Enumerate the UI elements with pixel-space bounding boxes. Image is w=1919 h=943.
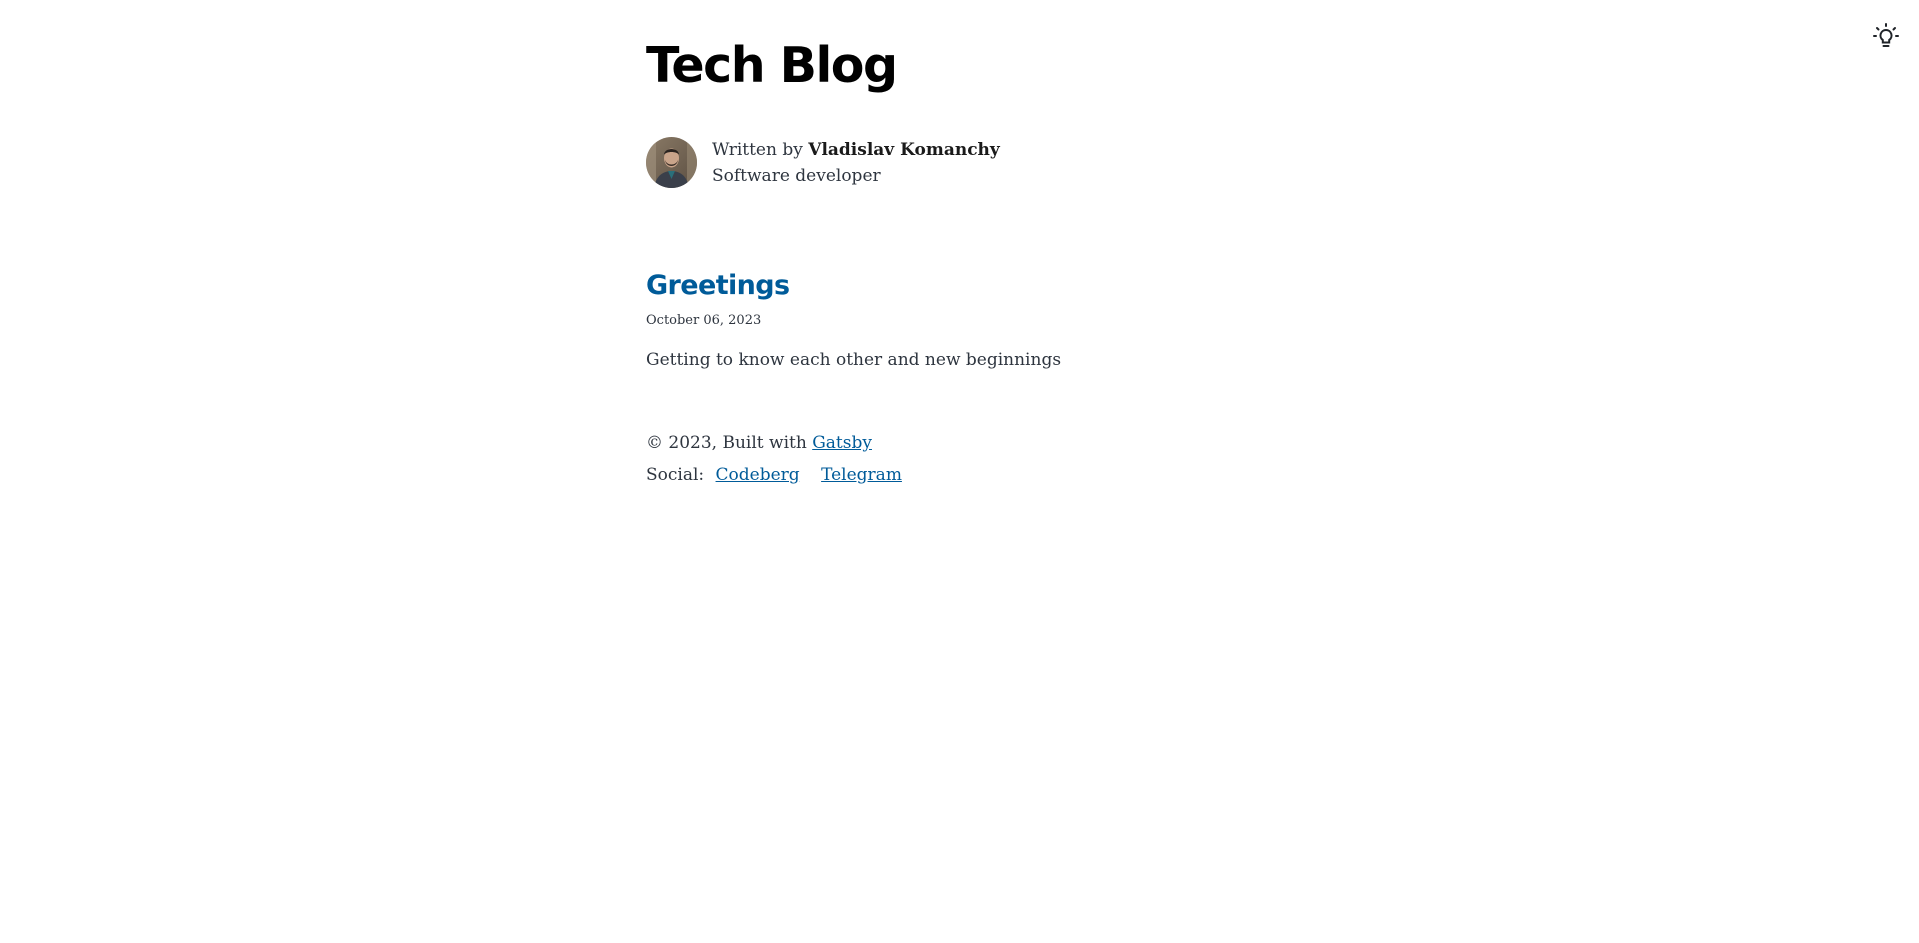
- lightbulb-icon: [1872, 22, 1900, 54]
- written-by-label: Written by: [712, 140, 809, 160]
- author-bio: Written by Vladislav Komanchy Software d…: [646, 137, 1000, 189]
- post-description: Getting to know each other and new begin…: [646, 350, 1062, 370]
- post-list-item: Greetings October 06, 2023 Getting to kn…: [646, 268, 1061, 372]
- author-role: Software developer: [712, 166, 881, 186]
- codeberg-link[interactable]: Codeberg: [716, 465, 800, 485]
- telegram-link[interactable]: Telegram: [821, 465, 902, 485]
- post-title-link[interactable]: Greetings: [646, 268, 790, 304]
- theme-toggle-button[interactable]: [1871, 23, 1901, 53]
- site-title[interactable]: Tech Blog: [646, 36, 898, 96]
- bio-text: Written by Vladislav Komanchy Software d…: [712, 137, 1000, 189]
- copyright-line: © 2023, Built with Gatsby: [646, 430, 912, 456]
- author-name: Vladislav Komanchy: [808, 140, 1000, 160]
- social-label: Social:: [646, 465, 710, 485]
- copyright-text: © 2023, Built with: [646, 433, 813, 453]
- post-date: October 06, 2023: [646, 313, 762, 328]
- site-footer: © 2023, Built with Gatsby Social: Codebe…: [646, 430, 912, 488]
- gatsby-link[interactable]: Gatsby: [812, 433, 872, 453]
- author-avatar: [646, 137, 697, 188]
- social-links: Social: Codeberg Telegram: [646, 462, 912, 488]
